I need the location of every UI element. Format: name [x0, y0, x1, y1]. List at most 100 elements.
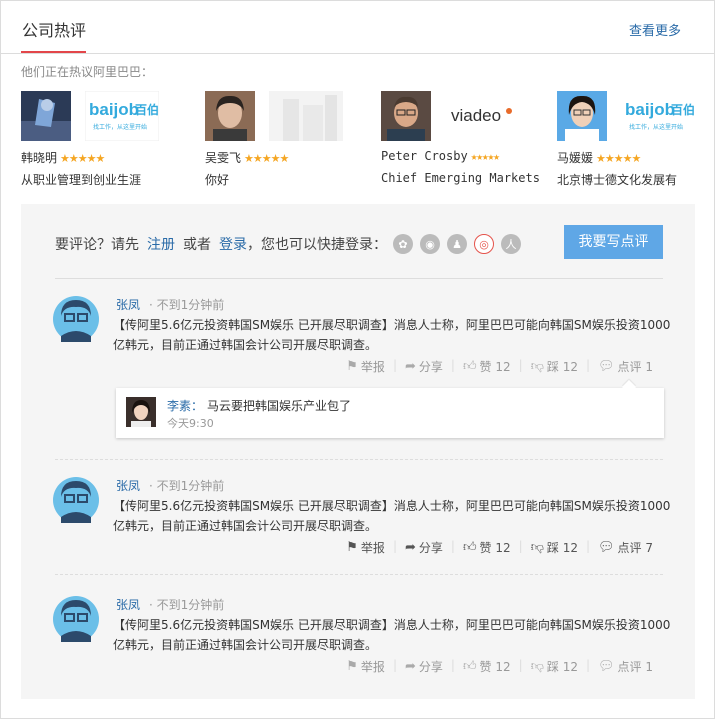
reply-username[interactable]: 李素：: [167, 397, 203, 414]
company-desc: 北京博士德文化发展有: [557, 173, 678, 187]
rating-stars: ★★★★★: [596, 152, 641, 165]
comments-section: 要评论？请先 注册 或者 登录 ，您也可以快捷登录： ✿ ◉ ♟ ◎ 人 我要写…: [21, 204, 695, 699]
avatar[interactable]: [53, 596, 99, 642]
company-card[interactable]: 吴雯飞 ★★★★★ 你好: [205, 91, 375, 187]
comment-text: 【传阿里5.6亿元投资韩国SM娱乐 已开展尽职调查】消息人士称，阿里巴巴可能向韩…: [113, 618, 671, 652]
company-person: 马媛媛 ★★★★★: [557, 151, 641, 165]
comment-text: 【传阿里5.6亿元投资韩国SM娱乐 已开展尽职调查】消息人士称，阿里巴巴可能向韩…: [113, 318, 671, 352]
speech-bubble-icon: 💬︎: [598, 359, 615, 374]
comment-actions: ⚑ 举报 | ➦ 分享 | 👍︎ 赞 12 | 👎︎ 踩 12 | 💬︎ 点评 7: [346, 539, 653, 556]
thumbs-up-icon: 👍︎: [462, 359, 477, 374]
report-button[interactable]: ⚑ 举报: [346, 358, 385, 375]
baidu-logo-text: baijob: [89, 100, 139, 119]
share-icon: ➦: [404, 359, 416, 374]
avatar[interactable]: [126, 397, 156, 427]
company-card[interactable]: viadeo Peter Crosby ★★★★★ Chief Emerging …: [381, 91, 551, 185]
avatar[interactable]: [53, 477, 99, 523]
company-desc: Chief Emerging Markets: [381, 171, 540, 185]
baidu-login-icon[interactable]: ✿: [393, 234, 413, 254]
discussing-label: 他们正在热议阿里巴巴：: [21, 65, 154, 79]
comment-username[interactable]: 张凤: [116, 477, 140, 494]
dislike-button[interactable]: 👎︎ 踩 12: [531, 358, 578, 375]
svg-text:baijob: baijob: [625, 100, 675, 119]
share-icon: ➦: [404, 659, 416, 674]
comment-actions: ⚑ 举报 | ➦ 分享 | 👍︎ 赞 12 | 👎︎ 踩 12 | 💬︎ 点评 1: [346, 658, 653, 675]
company-logo[interactable]: [269, 91, 343, 141]
dislike-button[interactable]: 👎︎ 踩 12: [531, 539, 578, 556]
like-button[interactable]: 👍︎ 赞 12: [463, 658, 511, 675]
reply-item: 李素： 马云要把韩国娱乐产业包了 今天9:30: [116, 379, 664, 438]
wechat-login-icon[interactable]: ◉: [420, 234, 440, 254]
company-card[interactable]: baijob 百伯 找工作，从这里开始 马媛媛 ★★★★★ 北京博士德文化发展有: [557, 91, 715, 187]
comment-actions: ⚑ 举报 | ➦ 分享 | 👍︎ 赞 12 | 👎︎ 踩 12 | 💬︎ 点评 1: [346, 358, 653, 375]
share-icon: ➦: [404, 540, 416, 555]
comment-time: · 不到1分钟前: [149, 479, 225, 493]
thumbs-down-icon: 👎︎: [530, 540, 544, 555]
flag-icon: ⚑: [346, 540, 358, 555]
avatar[interactable]: [21, 91, 71, 141]
company-desc: 从职业管理到创业生涯: [21, 173, 142, 187]
write-review-button[interactable]: 我要写点评: [564, 225, 663, 259]
title-underline: [21, 51, 86, 53]
reply-arrow: [621, 379, 637, 395]
reply-count-button[interactable]: 💬︎ 点评 1: [598, 358, 653, 375]
company-person: Peter Crosby ★★★★★: [381, 149, 500, 163]
svg-text:百伯: 百伯: [671, 102, 695, 117]
viadeo-logo-text: viadeo: [451, 106, 501, 125]
company-person: 韩晓明 ★★★★★: [21, 151, 105, 165]
thumbs-up-icon: 👍︎: [462, 540, 477, 555]
reply-time: 今天9:30: [167, 417, 214, 430]
rating-stars: ★★★★★: [470, 150, 500, 163]
speech-bubble-icon: 💬︎: [598, 540, 615, 555]
share-button[interactable]: ➦ 分享: [405, 539, 443, 556]
view-more-link[interactable]: 查看更多: [629, 20, 681, 39]
share-button[interactable]: ➦ 分享: [405, 358, 443, 375]
reply-count-button[interactable]: 💬︎ 点评 1: [598, 658, 653, 675]
thumbs-down-icon: 👎︎: [530, 359, 544, 374]
company-person: 吴雯飞 ★★★★★: [205, 151, 289, 165]
share-button[interactable]: ➦ 分享: [405, 658, 443, 675]
flag-icon: ⚑: [346, 659, 358, 674]
avatar[interactable]: [53, 296, 99, 342]
thumbs-up-icon: 👍︎: [462, 659, 477, 674]
comment-time: · 不到1分钟前: [149, 598, 225, 612]
company-desc: 你好: [205, 173, 230, 187]
weibo-login-icon[interactable]: ◎: [474, 234, 494, 254]
panel-header: 公司热评 查看更多: [1, 1, 714, 54]
rating-stars: ★★★★★: [60, 152, 105, 165]
divider: [55, 459, 663, 460]
hot-reviews-panel: 公司热评 查看更多 他们正在热议阿里巴巴： baijob 百伯 找工作，从这里开…: [0, 0, 715, 719]
qq-login-icon[interactable]: ♟: [447, 234, 467, 254]
comment-text: 【传阿里5.6亿元投资韩国SM娱乐 已开展尽职调查】消息人士称，阿里巴巴可能向韩…: [113, 499, 671, 533]
divider: [55, 574, 663, 575]
like-button[interactable]: 👍︎ 赞 12: [463, 539, 511, 556]
company-logo[interactable]: viadeo: [445, 91, 519, 141]
report-button[interactable]: ⚑ 举报: [346, 539, 385, 556]
company-logo[interactable]: baijob 百伯 找工作，从这里开始: [85, 91, 159, 141]
reply-count-button[interactable]: 💬︎ 点评 7: [598, 539, 653, 556]
dislike-button[interactable]: 👎︎ 踩 12: [531, 658, 578, 675]
panel-title: 公司热评: [22, 21, 87, 40]
comment-username[interactable]: 张凤: [116, 596, 140, 613]
speech-bubble-icon: 💬︎: [598, 659, 615, 674]
social-login-icons: ✿ ◉ ♟ ◎ 人: [393, 234, 528, 254]
renren-login-icon[interactable]: 人: [501, 234, 521, 254]
svg-text:找工作，从这里开始: 找工作，从这里开始: [93, 123, 147, 131]
divider: [55, 278, 663, 279]
company-card[interactable]: baijob 百伯 找工作，从这里开始 韩晓明 ★★★★★ 从职业管理到创业生涯: [21, 91, 191, 187]
avatar[interactable]: [557, 91, 607, 141]
thumbs-down-icon: 👎︎: [530, 659, 544, 674]
company-logo[interactable]: baijob 百伯 找工作，从这里开始: [621, 91, 695, 141]
register-link[interactable]: 注册: [147, 234, 175, 254]
login-prompt: 要评论？请先 注册 或者 登录 ，您也可以快捷登录： ✿ ◉ ♟ ◎ 人: [55, 234, 528, 254]
report-button[interactable]: ⚑ 举报: [346, 658, 385, 675]
avatar[interactable]: [205, 91, 255, 141]
avatar[interactable]: [381, 91, 431, 141]
comment-username[interactable]: 张凤: [116, 296, 140, 313]
comment-time: · 不到1分钟前: [149, 298, 225, 312]
svg-text:百伯: 百伯: [135, 102, 159, 117]
svg-text:找工作，从这里开始: 找工作，从这里开始: [629, 123, 683, 131]
rating-stars: ★★★★★: [244, 152, 289, 165]
login-link[interactable]: 登录: [219, 234, 247, 254]
like-button[interactable]: 👍︎ 赞 12: [463, 358, 511, 375]
